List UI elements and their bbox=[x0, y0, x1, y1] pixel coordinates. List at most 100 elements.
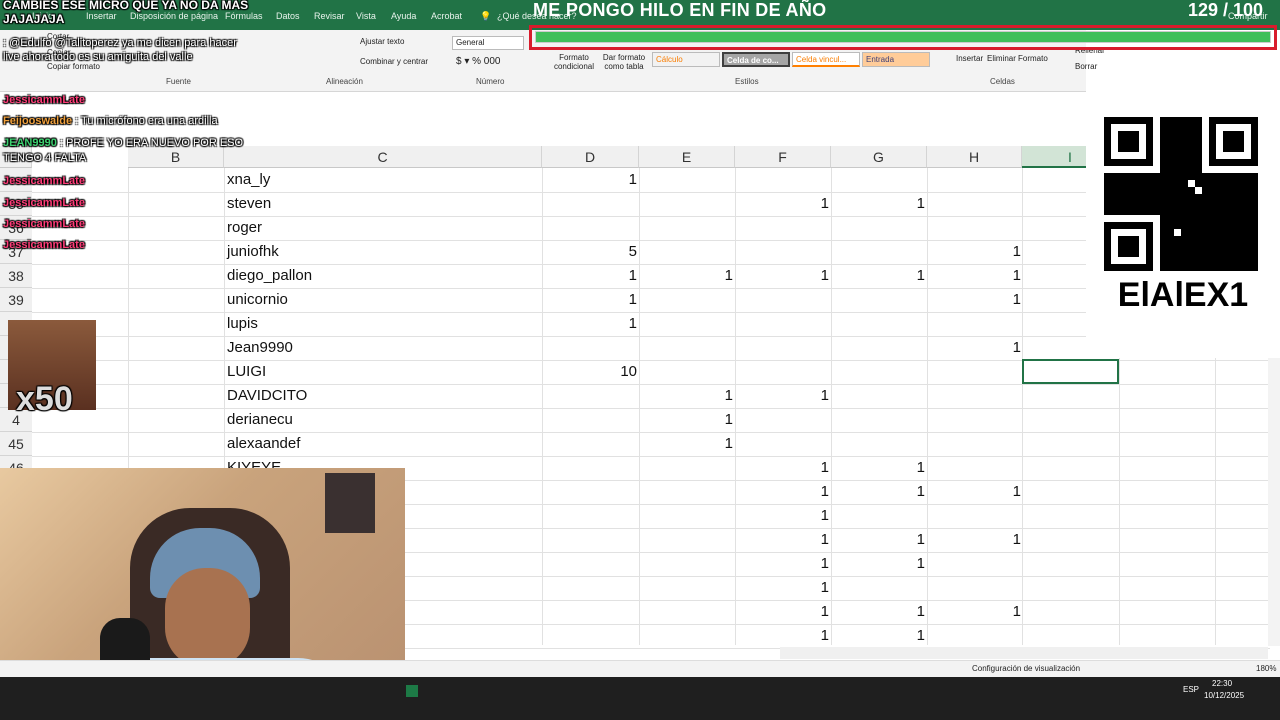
number-format-icons[interactable]: $ ▾ % 000 bbox=[456, 56, 501, 67]
merge-center-button[interactable]: Combinar y centrar bbox=[360, 57, 428, 66]
delete-cells-button[interactable]: Eliminar bbox=[987, 54, 1016, 63]
column-header-h[interactable]: H bbox=[927, 146, 1022, 168]
row-header[interactable]: 38 bbox=[0, 264, 32, 288]
cell-value-e[interactable]: 1 bbox=[693, 435, 733, 452]
cell-name[interactable]: LUIGI bbox=[227, 363, 266, 380]
cell-value-d[interactable]: 1 bbox=[597, 315, 637, 332]
cell-name[interactable]: alexaandef bbox=[227, 435, 300, 452]
cell-name[interactable]: juniofhk bbox=[227, 243, 279, 260]
cell-name[interactable]: roger bbox=[227, 219, 262, 236]
cell-value-e[interactable]: 1 bbox=[693, 411, 733, 428]
cell-value-f[interactable]: 1 bbox=[789, 387, 829, 404]
cell-value-d[interactable]: 1 bbox=[597, 267, 637, 284]
tab-formulas[interactable]: Fórmulas bbox=[225, 11, 263, 21]
clock-date[interactable]: 10/12/2025 bbox=[1204, 691, 1244, 700]
format-as-table-button[interactable]: Dar formato como tabla bbox=[600, 53, 648, 71]
cell-name[interactable]: diego_pallon bbox=[227, 267, 312, 284]
column-header-f[interactable]: F bbox=[735, 146, 831, 168]
qr-module bbox=[1216, 215, 1223, 222]
cell-value-h[interactable]: 1 bbox=[981, 603, 1021, 620]
zoom-level[interactable]: 180% bbox=[1256, 664, 1276, 673]
qr-module bbox=[1216, 173, 1223, 180]
cell-value-f[interactable]: 1 bbox=[789, 267, 829, 284]
column-header-e[interactable]: E bbox=[639, 146, 735, 168]
row-header[interactable]: 45 bbox=[0, 432, 32, 456]
tab-vista[interactable]: Vista bbox=[356, 11, 376, 21]
qr-module bbox=[1181, 117, 1188, 124]
number-format-select[interactable]: General bbox=[452, 36, 524, 50]
format-cells-button[interactable]: Formato bbox=[1018, 54, 1048, 63]
column-header-g[interactable]: G bbox=[831, 146, 927, 168]
cell-name[interactable]: xna_ly bbox=[227, 171, 270, 188]
qr-module bbox=[1209, 201, 1216, 208]
cell-value-h[interactable]: 1 bbox=[981, 243, 1021, 260]
cell-value-e[interactable]: 1 bbox=[693, 267, 733, 284]
cell-value-g[interactable]: 1 bbox=[885, 603, 925, 620]
cell-value-f[interactable]: 1 bbox=[789, 531, 829, 548]
tab-acrobat[interactable]: Acrobat bbox=[431, 11, 462, 21]
cell-value-f[interactable]: 1 bbox=[789, 603, 829, 620]
insert-cells-button[interactable]: Insertar bbox=[956, 54, 983, 63]
conditional-format-button[interactable]: Formato condicional bbox=[550, 53, 598, 71]
qr-module bbox=[1174, 222, 1181, 229]
language-indicator[interactable]: ESP bbox=[1183, 685, 1199, 694]
cell-name[interactable]: DAVIDCITO bbox=[227, 387, 307, 404]
cell-value-g[interactable]: 1 bbox=[885, 555, 925, 572]
cell-value-g[interactable]: 1 bbox=[885, 627, 925, 644]
cell-value-d[interactable]: 1 bbox=[597, 171, 637, 188]
tab-disposicion[interactable]: Disposición de página bbox=[130, 11, 218, 21]
cell-name[interactable]: unicornio bbox=[227, 291, 288, 308]
column-header-c[interactable]: C bbox=[224, 146, 542, 168]
horizontal-scrollbar[interactable] bbox=[780, 647, 1268, 659]
cell-value-h[interactable]: 1 bbox=[981, 339, 1021, 356]
cell-name[interactable]: lupis bbox=[227, 315, 258, 332]
qr-module bbox=[1167, 257, 1174, 264]
style-linked-cell[interactable]: Celda vincul... bbox=[792, 52, 860, 67]
cell-value-g[interactable]: 1 bbox=[885, 531, 925, 548]
tab-datos[interactable]: Datos bbox=[276, 11, 300, 21]
cell-value-f[interactable]: 1 bbox=[789, 195, 829, 212]
tab-insertar[interactable]: Insertar bbox=[86, 11, 117, 21]
cell-value-f[interactable]: 1 bbox=[789, 483, 829, 500]
tab-ayuda[interactable]: Ayuda bbox=[391, 11, 416, 21]
cell-value-g[interactable]: 1 bbox=[885, 195, 925, 212]
cell-value-f[interactable]: 1 bbox=[789, 459, 829, 476]
qr-module bbox=[1209, 215, 1216, 222]
style-calculation[interactable]: Cálculo bbox=[652, 52, 720, 67]
excel-taskbar-icon[interactable] bbox=[406, 685, 418, 697]
cell-name[interactable]: Jean9990 bbox=[227, 339, 293, 356]
view-settings-button[interactable]: Configuración de visualización bbox=[972, 664, 1080, 673]
cell-value-g[interactable]: 1 bbox=[885, 459, 925, 476]
cell-value-f[interactable]: 1 bbox=[789, 507, 829, 524]
clock-time[interactable]: 22:30 bbox=[1212, 679, 1232, 688]
selected-cell[interactable] bbox=[1022, 359, 1119, 384]
qr-module bbox=[1146, 201, 1153, 208]
grid-line-horizontal bbox=[32, 336, 1270, 337]
cell-value-d[interactable]: 10 bbox=[597, 363, 637, 380]
qr-module bbox=[1195, 222, 1202, 229]
row-header[interactable]: 39 bbox=[0, 288, 32, 312]
cell-value-f[interactable]: 1 bbox=[789, 579, 829, 596]
column-header-d[interactable]: D bbox=[542, 146, 639, 168]
qr-module bbox=[1167, 208, 1174, 215]
cell-name[interactable]: derianecu bbox=[227, 411, 293, 428]
style-input[interactable]: Entrada bbox=[862, 52, 930, 67]
cell-value-h[interactable]: 1 bbox=[981, 483, 1021, 500]
cell-value-g[interactable]: 1 bbox=[885, 483, 925, 500]
cell-value-f[interactable]: 1 bbox=[789, 627, 829, 644]
cell-value-d[interactable]: 1 bbox=[597, 291, 637, 308]
style-check-cell[interactable]: Celda de co... bbox=[722, 52, 790, 67]
cell-value-h[interactable]: 1 bbox=[981, 531, 1021, 548]
cell-value-d[interactable]: 5 bbox=[597, 243, 637, 260]
cell-value-e[interactable]: 1 bbox=[693, 387, 733, 404]
qr-module bbox=[1167, 229, 1174, 236]
wrap-text-button[interactable]: Ajustar texto bbox=[360, 37, 404, 46]
cell-value-g[interactable]: 1 bbox=[885, 267, 925, 284]
qr-module bbox=[1195, 131, 1202, 138]
qr-module bbox=[1195, 138, 1202, 145]
tab-revisar[interactable]: Revisar bbox=[314, 11, 345, 21]
cell-value-h[interactable]: 1 bbox=[981, 267, 1021, 284]
cell-name[interactable]: steven bbox=[227, 195, 271, 212]
cell-value-h[interactable]: 1 bbox=[981, 291, 1021, 308]
cell-value-f[interactable]: 1 bbox=[789, 555, 829, 572]
